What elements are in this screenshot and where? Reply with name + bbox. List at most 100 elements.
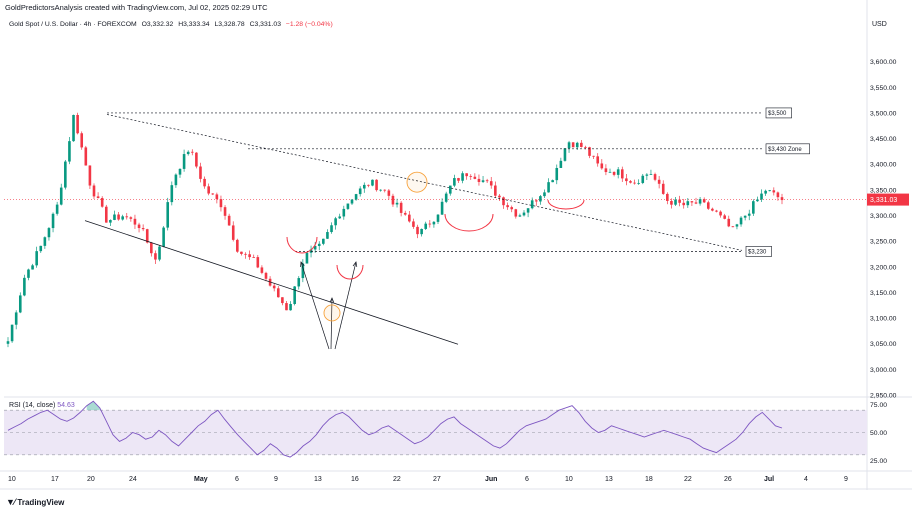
- candle-body: [293, 286, 296, 304]
- candle-body: [244, 253, 247, 255]
- candle-body: [326, 232, 329, 239]
- candle-body: [575, 142, 579, 148]
- candle-body: [281, 297, 284, 304]
- candle-body: [420, 228, 423, 235]
- rsi-tick-label: 75.00: [870, 402, 887, 409]
- candle-body: [444, 193, 448, 202]
- candle-body: [760, 193, 763, 200]
- candle-body: [51, 213, 55, 229]
- candle-body: [195, 152, 198, 167]
- candle-body: [31, 265, 34, 270]
- candle-body: [518, 215, 522, 217]
- price-tick-label: 3,000.00: [870, 367, 897, 374]
- candle-body: [498, 195, 501, 198]
- candle-body: [223, 207, 227, 216]
- candle-body: [125, 216, 129, 218]
- bottom-arc: [444, 213, 494, 232]
- candle-body: [379, 189, 382, 191]
- candle-body: [68, 141, 71, 162]
- candle-body: [362, 184, 366, 189]
- price-tick-label: 3,100.00: [870, 316, 897, 323]
- candle-body: [424, 223, 428, 229]
- candle-body: [620, 169, 624, 179]
- candle-body: [653, 174, 657, 180]
- candle-body: [473, 176, 477, 179]
- candle-body: [584, 146, 587, 148]
- candle-body: [772, 190, 776, 193]
- candle-body: [182, 154, 186, 169]
- candle-body: [330, 225, 333, 233]
- candle-body: [6, 341, 10, 344]
- candle-body: [723, 215, 726, 219]
- candle-body: [207, 186, 210, 194]
- candle-body: [297, 278, 301, 287]
- candle-body: [453, 178, 456, 186]
- candle-body: [543, 192, 546, 197]
- candle-body: [367, 184, 370, 186]
- candle-body: [461, 173, 464, 181]
- candle-body: [637, 182, 640, 184]
- level-label: $3,230: [748, 250, 767, 256]
- lower-trendline: [84, 220, 459, 345]
- candle-body: [240, 251, 243, 254]
- price-tick-label: 3,450.00: [870, 136, 897, 143]
- price-tick-label: 3,350.00: [870, 187, 897, 194]
- time-tick-label: May: [194, 476, 208, 483]
- candle-body: [616, 169, 620, 175]
- level-label: $3,430 Zone: [768, 147, 802, 153]
- candle-body: [735, 224, 739, 227]
- time-tick-label: 20: [87, 476, 95, 483]
- candle-body: [489, 181, 493, 186]
- candle-body: [387, 190, 391, 196]
- candle-body: [698, 199, 702, 204]
- candle-body: [612, 171, 616, 175]
- candle-body: [412, 221, 415, 227]
- candle-body: [551, 180, 554, 183]
- candle-body: [219, 199, 223, 208]
- candle-body: [256, 257, 260, 268]
- candle-body: [657, 179, 661, 184]
- candle-body: [211, 193, 215, 195]
- candle-body: [96, 196, 100, 199]
- candle-body: [354, 194, 358, 200]
- candle-body: [227, 215, 231, 226]
- candle-body: [666, 193, 669, 201]
- price-chart[interactable]: 3,600.00 3,550.00 3,500.00 3,450.00 3,400.00…: [0, 0, 912, 513]
- candle-body: [64, 161, 67, 188]
- candle-body: [743, 215, 747, 218]
- candle-body: [768, 190, 772, 192]
- candle-body: [403, 212, 407, 215]
- candle-body: [592, 155, 595, 157]
- candle-body: [752, 201, 755, 214]
- candle-body: [633, 182, 636, 184]
- candle-body: [706, 202, 710, 209]
- candle-body: [158, 246, 161, 260]
- candle-body: [506, 205, 509, 208]
- time-tick-label: 24: [129, 476, 137, 483]
- candle-body: [686, 201, 690, 206]
- candle-body: [47, 228, 51, 238]
- price-tick-label: 3,250.00: [870, 239, 897, 246]
- tradingview-brand[interactable]: ▼⁄ TradingView: [6, 497, 64, 507]
- time-tick-label: 6: [235, 476, 239, 483]
- candle-body: [55, 204, 59, 214]
- time-tick-label: 4: [804, 476, 808, 483]
- candle-body: [264, 272, 268, 279]
- candle-body: [649, 174, 653, 175]
- candle-body: [76, 114, 79, 134]
- candle-body: [604, 168, 608, 173]
- time-tick-label: 10: [8, 476, 16, 483]
- price-tick-label: 3,050.00: [870, 341, 897, 348]
- time-tick-label: 9: [844, 476, 848, 483]
- price-tick-label: 3,200.00: [870, 264, 897, 271]
- candle-body: [236, 239, 239, 252]
- candle-body: [469, 176, 473, 177]
- candle-body: [27, 269, 30, 278]
- candle-body: [186, 151, 190, 155]
- candle-body: [322, 238, 325, 244]
- candle-body: [494, 185, 497, 196]
- candle-body: [719, 211, 722, 216]
- candle-body: [72, 114, 75, 142]
- candle-body: [645, 174, 649, 176]
- candle-body: [383, 189, 387, 191]
